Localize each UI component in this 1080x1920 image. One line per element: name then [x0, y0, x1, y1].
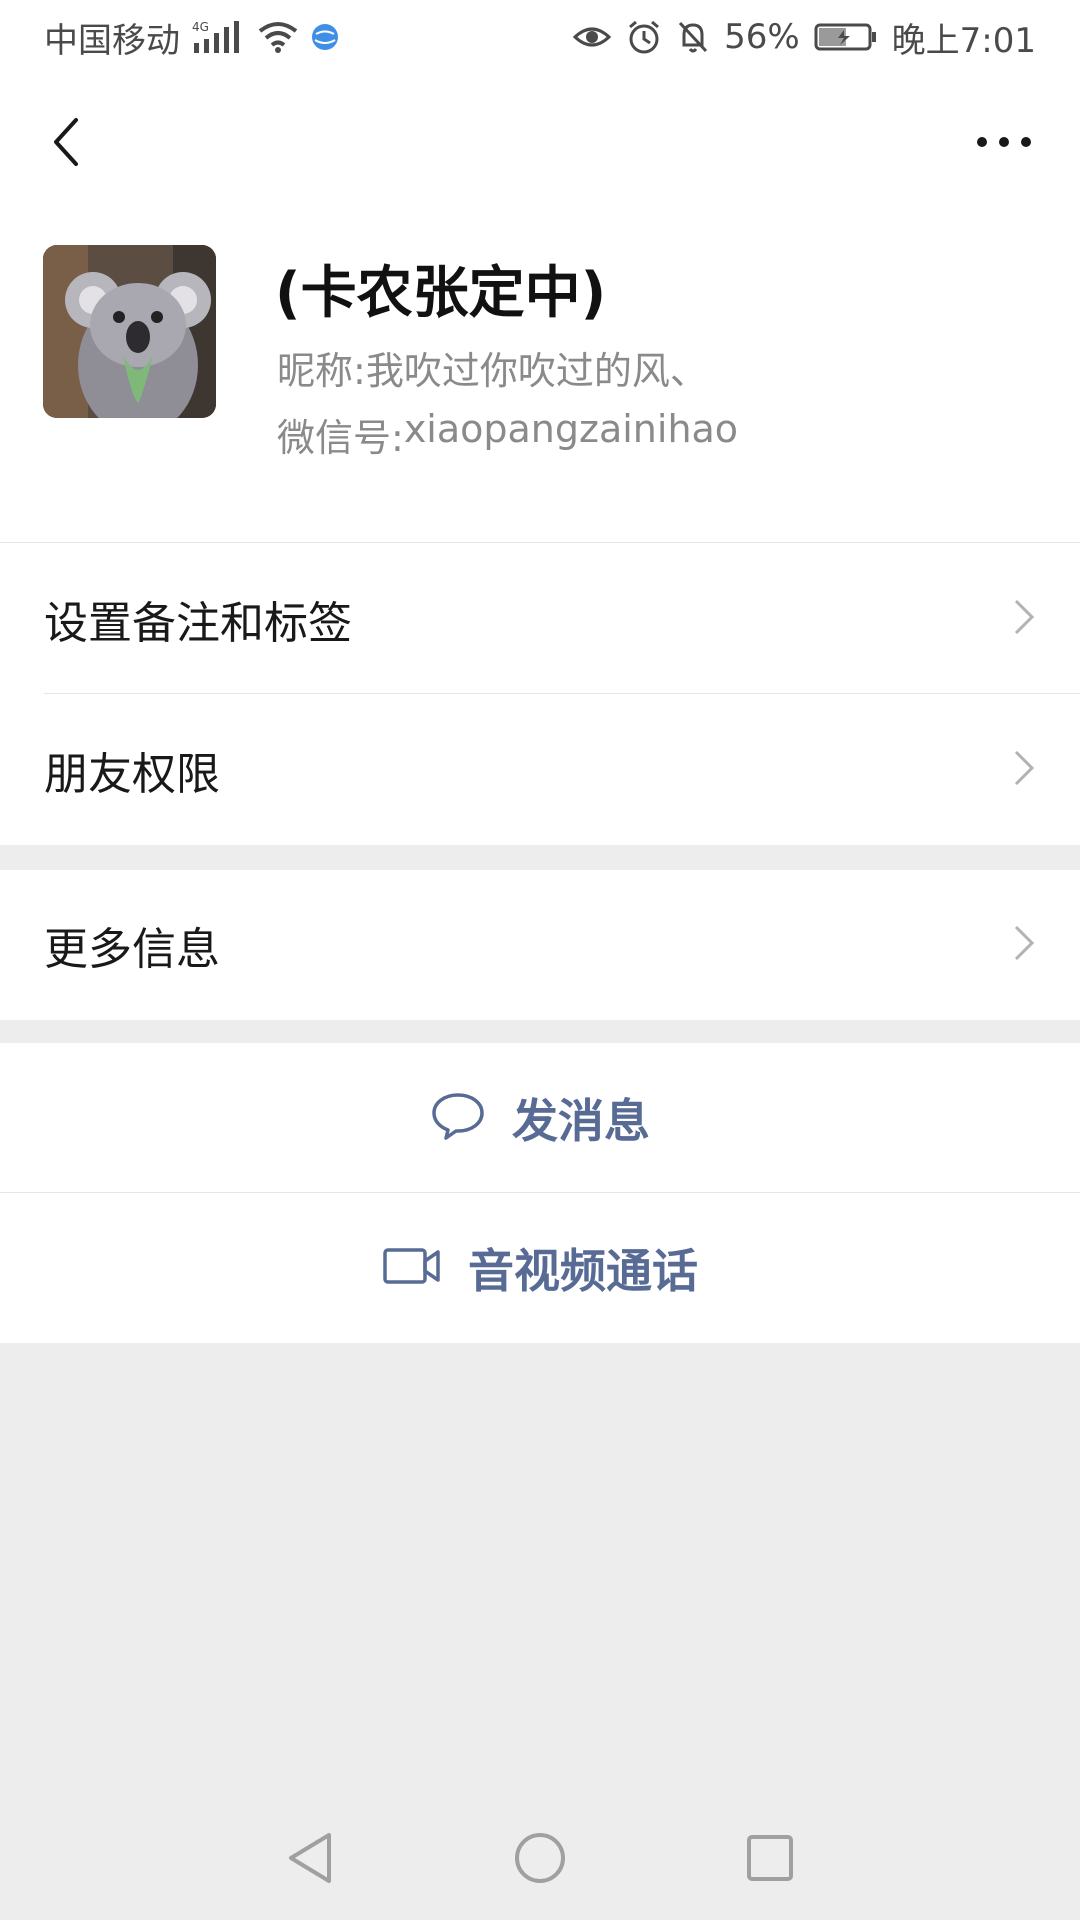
- settings-menu-group: 设置备注和标签 朋友权限: [0, 543, 1080, 845]
- more-info-menu-group: 更多信息: [0, 870, 1080, 1020]
- nickname-label: 昵称:: [277, 349, 366, 393]
- alarm-icon: [626, 17, 662, 57]
- nickname-value: 我吹过你吹过的风、: [365, 349, 708, 393]
- menu-item-remarks-tags[interactable]: 设置备注和标签: [0, 543, 1080, 694]
- signal-icon: 4G: [190, 17, 246, 57]
- video-camera-icon: [382, 1246, 442, 1290]
- top-nav-bar: [0, 74, 1080, 200]
- more-dots-icon: [974, 134, 1034, 154]
- circle-home-icon: [513, 1831, 567, 1889]
- mute-icon: [676, 17, 710, 57]
- system-navigation-bar: [0, 1800, 1080, 1920]
- wifi-icon: [256, 17, 300, 57]
- carrier-label: 中国移动: [44, 20, 180, 61]
- avatar[interactable]: [43, 245, 216, 418]
- menu-item-label: 朋友权限: [44, 748, 220, 800]
- status-right: 56% 晚上7:01: [572, 13, 1036, 62]
- eye-comfort-icon: [572, 17, 612, 57]
- contact-actions-group: 发消息 音视频通话: [0, 1043, 1080, 1343]
- status-bar: 中国移动 4G 56% 晚上7:01: [0, 0, 1080, 74]
- back-arrow-icon: [46, 114, 86, 174]
- more-options-button[interactable]: [954, 104, 1054, 184]
- send-message-button[interactable]: 发消息: [0, 1043, 1080, 1193]
- system-home-button[interactable]: [500, 1820, 580, 1900]
- menu-item-more-info[interactable]: 更多信息: [0, 870, 1080, 1020]
- vpn-globe-icon: [310, 17, 340, 57]
- wechat-id-value: xiaopangzainihao: [403, 407, 739, 451]
- koala-avatar-image: [43, 245, 216, 418]
- system-back-button[interactable]: [270, 1820, 350, 1900]
- video-call-label: 音视频通话: [468, 1244, 698, 1298]
- chat-bubble-icon: [430, 1091, 486, 1145]
- profile-header: (卡农张定中) 昵称: 我吹过你吹过的风、 微信号: xiaopangzaini…: [0, 200, 1080, 543]
- send-message-label: 发消息: [512, 1094, 650, 1148]
- wechat-id-label: 微信号:: [277, 416, 404, 460]
- square-recents-icon: [745, 1833, 795, 1887]
- system-recents-button[interactable]: [730, 1820, 810, 1900]
- network-badge: 4G: [192, 20, 209, 34]
- triangle-back-icon: [285, 1831, 335, 1889]
- menu-item-label: 更多信息: [44, 924, 220, 975]
- wechat-id-row: 微信号: xiaopangzainihao: [277, 407, 738, 462]
- contact-profile-screen: 中国移动 4G 56% 晚上7:01 (卡农张定中) 昵称: 我吹过你吹过的风、…: [0, 0, 1080, 1920]
- menu-item-label: 设置备注和标签: [44, 597, 352, 649]
- status-left: 中国移动 4G: [44, 13, 340, 62]
- battery-percent: 56%: [724, 17, 800, 57]
- chevron-right-icon: [1012, 597, 1036, 641]
- nickname-row: 昵称: 我吹过你吹过的风、: [277, 340, 708, 395]
- menu-item-friend-permissions[interactable]: 朋友权限: [0, 694, 1080, 845]
- profile-display-name: (卡农张定中): [275, 261, 607, 326]
- battery-icon: [814, 17, 878, 57]
- chevron-right-icon: [1012, 923, 1036, 967]
- clock: 晚上7:01: [891, 20, 1036, 61]
- back-button[interactable]: [26, 104, 106, 184]
- video-call-button[interactable]: 音视频通话: [0, 1193, 1080, 1343]
- chevron-right-icon: [1012, 748, 1036, 792]
